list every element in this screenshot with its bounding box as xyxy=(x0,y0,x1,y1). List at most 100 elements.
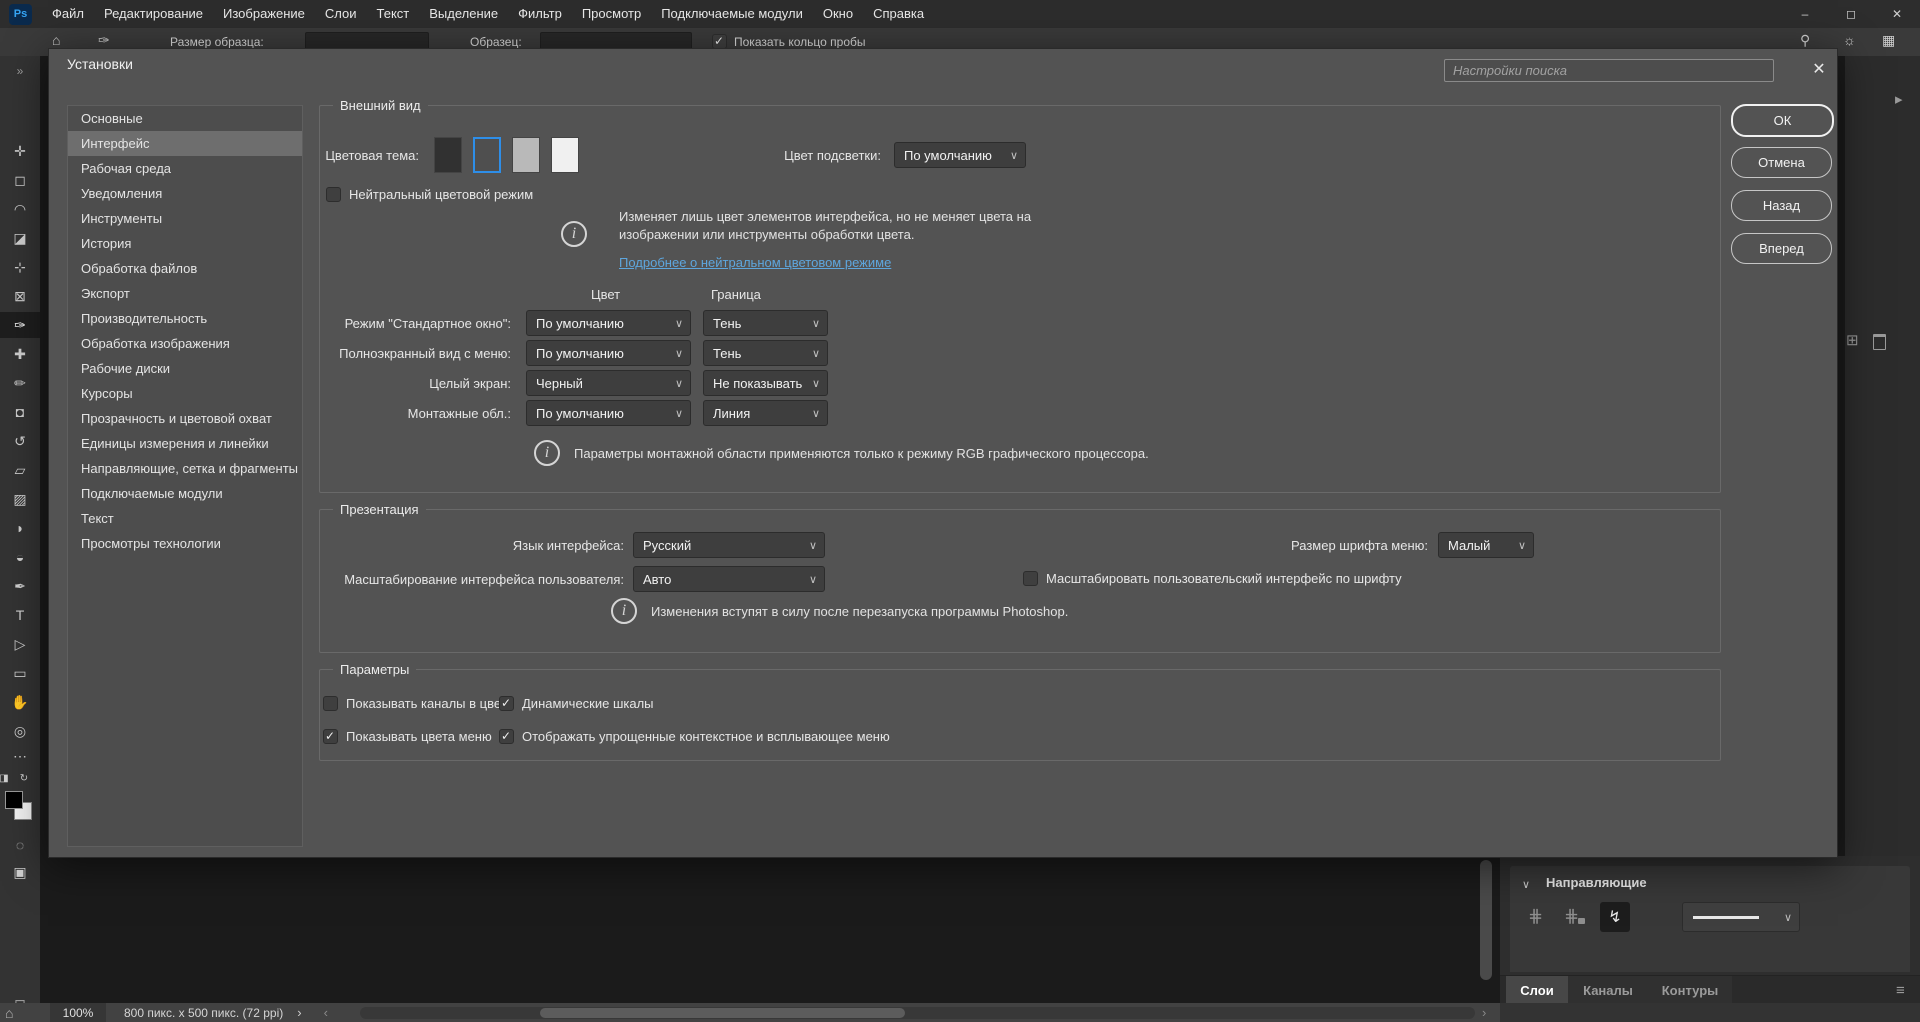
theme-swatch-dark[interactable] xyxy=(434,137,462,173)
sidebar-item-scratch-disks[interactable]: Рабочие диски xyxy=(68,356,302,381)
sidebar-item-notifications[interactable]: Уведомления xyxy=(68,181,302,206)
scale-ui-to-font-checkbox[interactable] xyxy=(1023,571,1038,586)
sidebar-item-plugins[interactable]: Подключаемые модули xyxy=(68,481,302,506)
next-button[interactable]: Вперед xyxy=(1731,233,1832,264)
tool-pen-icon[interactable]: ✒ xyxy=(0,573,40,599)
prev-button[interactable]: Назад xyxy=(1731,190,1832,221)
sidebar-item-general[interactable]: Основные xyxy=(68,106,302,131)
neutral-color-mode-checkbox[interactable] xyxy=(326,187,341,202)
tool-hand-icon[interactable]: ✋ xyxy=(0,689,40,715)
tab-paths[interactable]: Контуры xyxy=(1648,976,1732,1004)
lightbulb-icon[interactable]: ☼ xyxy=(1843,32,1856,48)
toolbar-expand-icon[interactable]: » xyxy=(0,62,40,80)
highlight-color-dropdown[interactable]: По умолчанию xyxy=(894,142,1026,168)
workspace-icon[interactable]: ▦ xyxy=(1882,32,1895,49)
search-icon[interactable]: ⚲ xyxy=(1800,32,1810,49)
menu-view[interactable]: Просмотр xyxy=(572,0,651,28)
simplified-menus-checkbox[interactable] xyxy=(499,729,514,744)
fullscreen-border-dropdown[interactable]: Не показывать xyxy=(703,370,828,396)
tool-more-icon[interactable]: ⋯ xyxy=(0,747,40,765)
sidebar-item-type[interactable]: Текст xyxy=(68,506,302,531)
smart-guides-icon[interactable]: ↯ xyxy=(1600,902,1630,932)
tool-blur-icon[interactable]: ◗ xyxy=(0,515,40,541)
maximize-button[interactable]: ◻ xyxy=(1828,0,1874,28)
tool-marquee-icon[interactable]: ◻ xyxy=(0,167,40,193)
rotate-view-icon[interactable]: ↻ xyxy=(12,770,36,786)
menu-plugins[interactable]: Подключаемые модули xyxy=(651,0,813,28)
neutral-mode-link[interactable]: Подробнее о нейтральном цветовом режиме xyxy=(619,255,891,270)
tool-rectangle-icon[interactable]: ▭ xyxy=(0,660,40,686)
current-tool-icon[interactable]: ✑ xyxy=(98,32,110,49)
sidebar-item-workspace[interactable]: Рабочая среда xyxy=(68,156,302,181)
horizontal-scrollbar-thumb[interactable] xyxy=(540,1008,905,1018)
artboards-border-dropdown[interactable]: Линия xyxy=(703,400,828,426)
sidebar-item-interface[interactable]: Интерфейс xyxy=(68,131,302,156)
sidebar-item-image-processing[interactable]: Обработка изображения xyxy=(68,331,302,356)
tool-lasso-icon[interactable]: ◠ xyxy=(0,196,40,222)
standard-window-color-dropdown[interactable]: По умолчанию xyxy=(526,310,691,336)
tool-gradient-icon[interactable]: ▨ xyxy=(0,486,40,512)
tool-healing-icon[interactable]: ✚ xyxy=(0,341,40,367)
show-ring-checkbox[interactable] xyxy=(712,34,727,49)
preferences-search-input[interactable] xyxy=(1444,59,1774,82)
ok-button[interactable]: ОК xyxy=(1731,104,1834,137)
ui-language-dropdown[interactable]: Русский xyxy=(633,532,825,558)
tool-dodge-icon[interactable]: ◒ xyxy=(0,544,40,570)
home-screen-icon[interactable]: ⌂ xyxy=(5,1005,13,1021)
tool-eraser-icon[interactable]: ▱ xyxy=(0,457,40,483)
tool-history-brush-icon[interactable]: ↺ xyxy=(0,428,40,454)
close-window-button[interactable]: ✕ xyxy=(1874,0,1920,28)
tool-path-selection-icon[interactable]: ▷ xyxy=(0,631,40,657)
sidebar-item-units-rulers[interactable]: Единицы измерения и линейки xyxy=(68,431,302,456)
panel-menu-icon[interactable]: ≡ xyxy=(1896,982,1905,999)
sidebar-item-guides-grid[interactable]: Направляющие, сетка и фрагменты xyxy=(68,456,302,481)
menu-edit[interactable]: Редактирование xyxy=(94,0,213,28)
tab-layers[interactable]: Слои xyxy=(1506,976,1568,1004)
theme-swatch-light[interactable] xyxy=(512,137,540,173)
sidebar-item-performance[interactable]: Производительность xyxy=(68,306,302,331)
sidebar-item-history[interactable]: История xyxy=(68,231,302,256)
dock-collapse-icon[interactable]: ▸ xyxy=(1895,90,1903,108)
tool-brush-icon[interactable]: ✏ xyxy=(0,370,40,396)
menu-colors-checkbox[interactable] xyxy=(323,729,338,744)
menu-window[interactable]: Окно xyxy=(813,0,863,28)
menu-filter[interactable]: Фильтр xyxy=(508,0,572,28)
cancel-button[interactable]: Отмена xyxy=(1731,147,1832,178)
tool-zoom-icon[interactable]: ◎ xyxy=(0,718,40,744)
menu-select[interactable]: Выделение xyxy=(419,0,508,28)
fullscreen-color-dropdown[interactable]: Черный xyxy=(526,370,691,396)
sidebar-item-export[interactable]: Экспорт xyxy=(68,281,302,306)
tool-move-icon[interactable]: ✛ xyxy=(0,138,40,164)
tool-crop-icon[interactable]: ⊹ xyxy=(0,254,40,280)
dialog-close-icon[interactable]: ✕ xyxy=(1807,57,1831,81)
ui-scaling-dropdown[interactable]: Авто xyxy=(633,566,825,592)
sidebar-item-tools[interactable]: Инструменты xyxy=(68,206,302,231)
vertical-scrollbar[interactable] xyxy=(1480,860,1492,980)
horizontal-scrollbar[interactable] xyxy=(360,1007,1475,1019)
quick-mask-icon[interactable]: ◌ xyxy=(0,832,40,858)
minimize-button[interactable]: – xyxy=(1782,0,1828,28)
sidebar-item-cursors[interactable]: Курсоры xyxy=(68,381,302,406)
zoom-level-field[interactable]: 100% xyxy=(50,1003,106,1022)
collapse-panel-icon[interactable]: ∨ xyxy=(1522,878,1530,891)
theme-swatch-medium-dark[interactable] xyxy=(473,137,501,173)
standard-window-border-dropdown[interactable]: Тень xyxy=(703,310,828,336)
menu-image[interactable]: Изображение xyxy=(213,0,315,28)
artboards-color-dropdown[interactable]: По умолчанию xyxy=(526,400,691,426)
dynamic-sliders-checkbox[interactable] xyxy=(499,696,514,711)
tool-object-selection-icon[interactable]: ◪ xyxy=(0,225,40,251)
menu-layers[interactable]: Слои xyxy=(315,0,367,28)
new-item-icon[interactable]: ⊞ xyxy=(1846,331,1859,349)
sidebar-item-file-handling[interactable]: Обработка файлов xyxy=(68,256,302,281)
sidebar-item-transparency[interactable]: Прозрачность и цветовой охват xyxy=(68,406,302,431)
tool-type-icon[interactable]: T xyxy=(0,602,40,628)
tool-clone-stamp-icon[interactable]: ◘ xyxy=(0,399,40,425)
guides-icon[interactable]: ⋕ xyxy=(1528,906,1543,927)
home-icon[interactable]: ⌂ xyxy=(52,32,60,48)
channels-in-color-checkbox[interactable] xyxy=(323,696,338,711)
trash-icon[interactable] xyxy=(1873,334,1886,350)
guide-style-dropdown[interactable] xyxy=(1682,902,1800,932)
sidebar-item-tech-previews[interactable]: Просмотры технологии xyxy=(68,531,302,556)
tool-eyedropper-icon[interactable]: ✑ xyxy=(0,312,40,338)
screen-mode-icon[interactable]: ▣ xyxy=(0,859,40,885)
